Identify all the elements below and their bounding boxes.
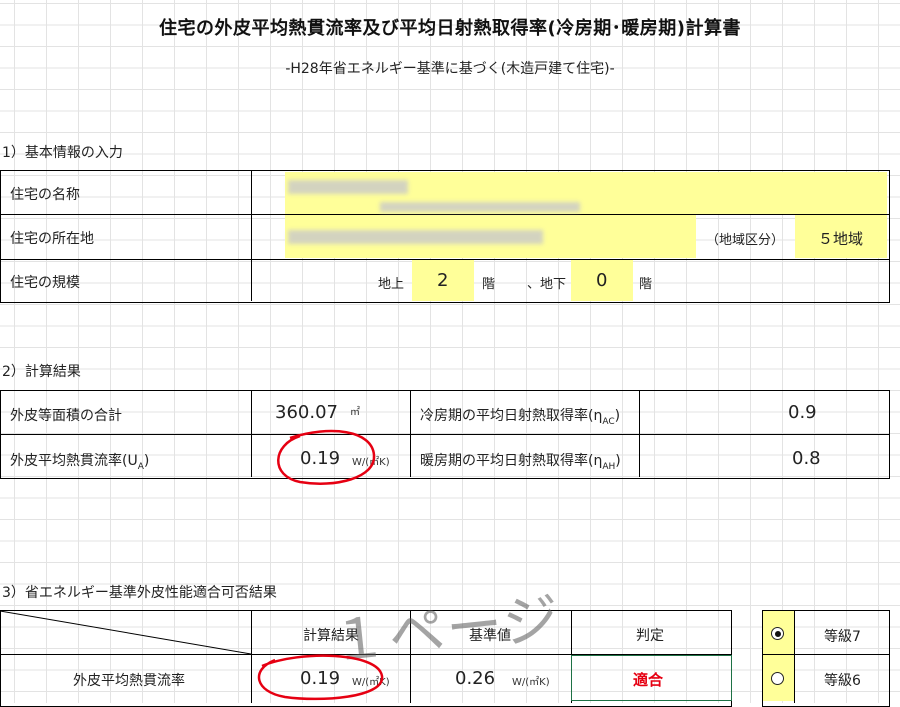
grade6-radio[interactable] <box>771 672 784 685</box>
scale-label: 住宅の規模 <box>10 275 80 291</box>
compliance-std-value: 0.26 <box>455 668 496 689</box>
ua-unit: W/(㎡K) <box>352 457 390 468</box>
eta-ah-label: 暖房期の平均日射熱取得率(ηAH) <box>420 453 621 472</box>
below-label: 、地下 <box>527 277 567 292</box>
compliance-std-unit: W/(㎡K) <box>512 677 550 688</box>
ua-value: 0.19 <box>300 448 341 469</box>
below-value[interactable]: 0 <box>596 270 607 291</box>
judgement-value: 適合 <box>633 671 664 689</box>
region-label: （地域区分） <box>706 233 785 248</box>
page-title: 住宅の外皮平均熱貫流率及び平均日射熱取得率(冷房期･暖房期)計算書 <box>159 18 741 39</box>
above-label: 地上 <box>378 277 405 292</box>
compliance-row-label: 外皮平均熱貫流率 <box>73 673 185 689</box>
grade7-label: 等級7 <box>824 629 861 645</box>
section3-heading: 3）省エネルギー基準外皮性能適合可否結果 <box>2 585 277 601</box>
ua-label: 外皮平均熱貫流率(UA) <box>10 453 150 472</box>
col-judge-header: 判定 <box>636 628 664 644</box>
floor-unit-2: 階 <box>639 277 653 292</box>
above-value[interactable]: 2 <box>437 270 448 291</box>
eta-ac-value: 0.9 <box>788 402 817 423</box>
address-label: 住宅の所在地 <box>10 231 94 247</box>
name-label: 住宅の名称 <box>10 187 80 203</box>
grade6-label: 等級6 <box>824 673 861 689</box>
section2-heading: 2）計算結果 <box>2 364 81 380</box>
area-label: 外皮等面積の合計 <box>10 408 122 424</box>
diagonal-header-cell <box>0 611 251 654</box>
grade7-radio[interactable] <box>771 627 784 640</box>
address-redacted <box>288 230 543 244</box>
house-name-redacted <box>288 180 408 194</box>
eta-ah-value: 0.8 <box>792 448 821 469</box>
area-value: 360.07 <box>275 402 338 423</box>
house-name-redacted-2 <box>380 202 580 212</box>
eta-ac-label: 冷房期の平均日射熱取得率(ηAC) <box>420 408 621 427</box>
floor-unit-1: 階 <box>482 277 496 292</box>
section1-heading: 1）基本情報の入力 <box>2 145 123 161</box>
page-subtitle: -H28年省エネルギー基準に基づく(木造戸建て住宅)- <box>285 61 615 77</box>
region-value[interactable]: ５地域 <box>818 228 863 249</box>
area-unit: ㎡ <box>350 407 360 418</box>
